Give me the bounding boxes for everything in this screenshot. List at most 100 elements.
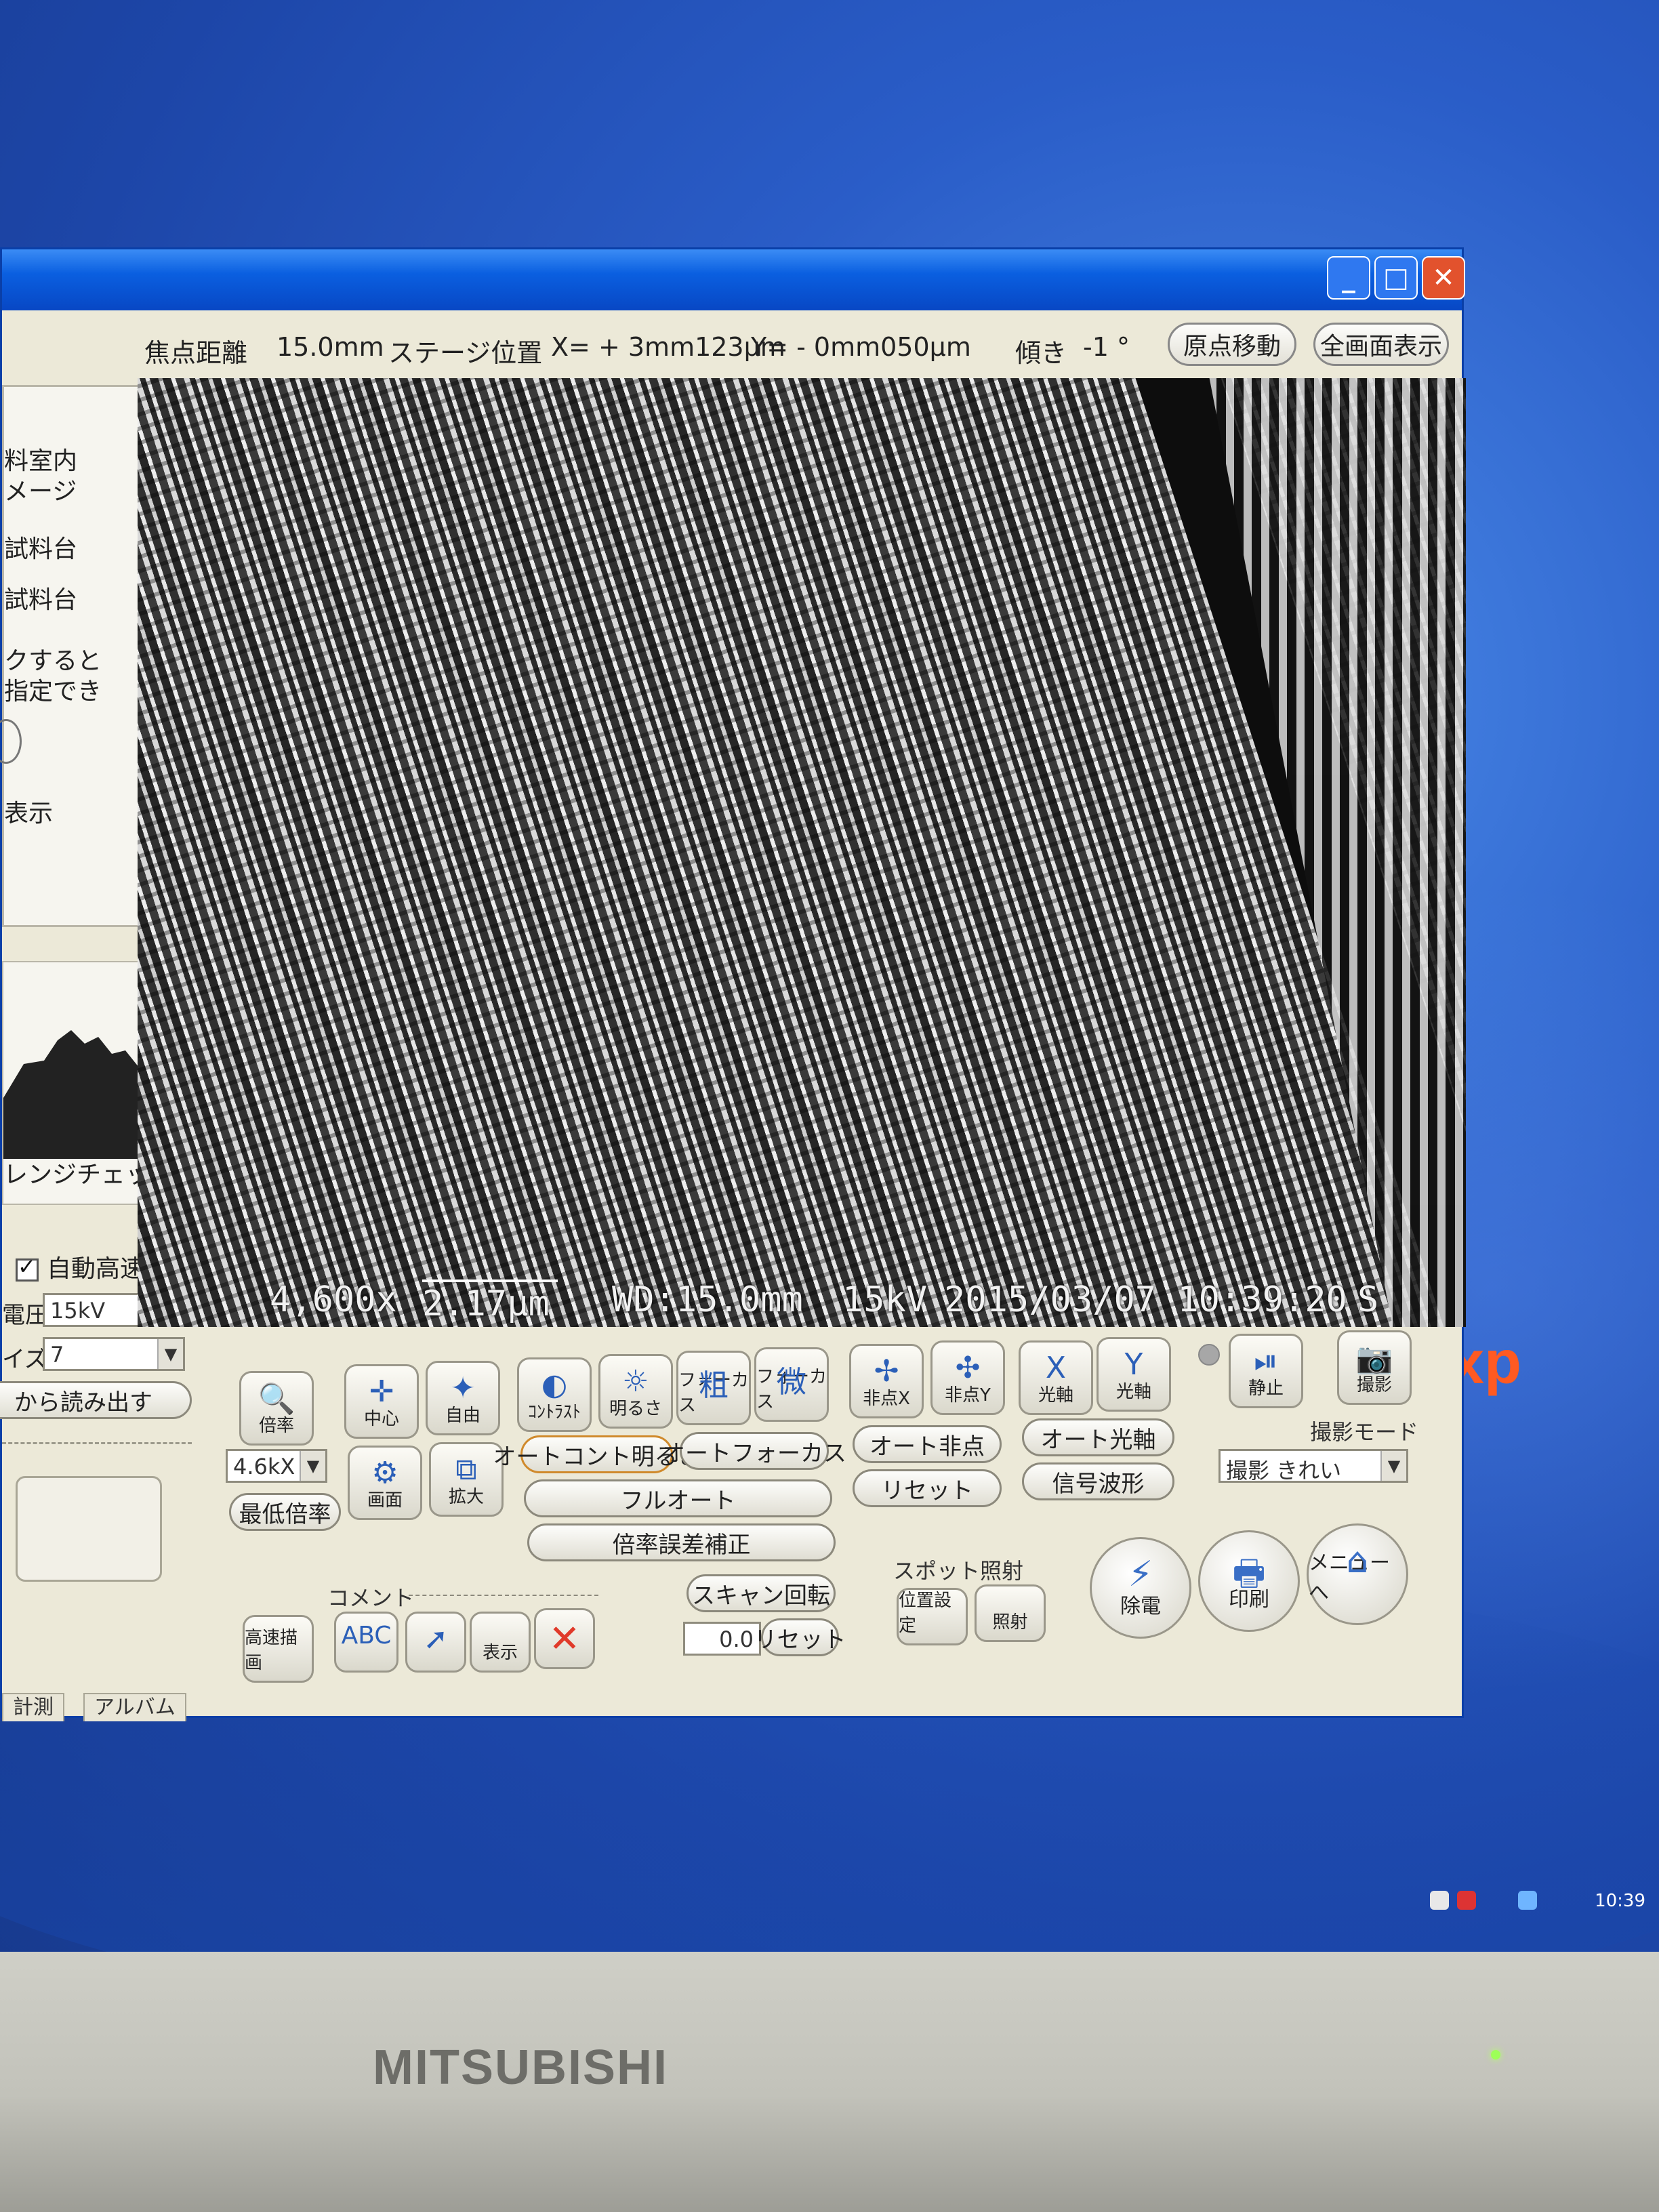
irradiate-label: 照射 — [992, 1612, 1028, 1633]
rotate-value-field[interactable]: 0.0 — [683, 1622, 761, 1656]
monitor-bezel: MITSUBISHI — [0, 1952, 1659, 2212]
size-select[interactable]: 7 ▼ — [43, 1337, 185, 1371]
auto-stigma-button[interactable]: オート非点 — [853, 1425, 1002, 1463]
fullscreen-button[interactable]: 全画面表示 — [1313, 323, 1449, 366]
brightness-icon: ☼ — [622, 1364, 649, 1399]
system-tray: 10:39 — [1416, 1884, 1659, 1918]
menu-button[interactable]: ⌂ メニューへ — [1307, 1523, 1408, 1625]
stage-position-label: ステージ位置 — [388, 338, 543, 368]
print-button[interactable]: 🖶 印刷 — [1198, 1530, 1300, 1632]
crosshair-icon: ✛ — [369, 1374, 394, 1409]
fine-focus-button[interactable]: 微フォーカス — [754, 1347, 829, 1422]
capture-mode-select[interactable]: 撮影 きれい ▼ — [1218, 1449, 1408, 1483]
capture-mode-value: 撮影 きれい — [1226, 1458, 1342, 1483]
fast-scan-button[interactable]: 高速描画 — [243, 1615, 314, 1683]
enlarge-icon: ⧉ — [455, 1452, 477, 1487]
signal-waveform-button[interactable]: 信号波形 — [1022, 1462, 1174, 1500]
left-line-6: 表示 — [4, 800, 54, 827]
divider — [2, 1442, 192, 1444]
tilt-value: -1 ° — [1083, 332, 1130, 362]
comment-text-button[interactable]: ABC — [334, 1612, 398, 1673]
brightness-button[interactable]: ☼ 明るさ — [598, 1354, 673, 1429]
reset-button[interactable]: リセット — [853, 1469, 1002, 1507]
irradiate-button[interactable]: 照射 — [975, 1584, 1046, 1642]
contrast-button[interactable]: ◐ ｺﾝﾄﾗｽﾄ — [517, 1357, 592, 1432]
optical-axis-y-button[interactable]: Y 光軸 — [1097, 1337, 1171, 1412]
auto-focus-button[interactable]: オートフォーカス — [662, 1432, 846, 1470]
camera-icon: 📷 — [1355, 1341, 1393, 1376]
scale-bar — [422, 1279, 558, 1282]
radio-toggle[interactable] — [0, 719, 22, 764]
scale-readout: 2.17μm — [422, 1284, 550, 1324]
capture-button[interactable]: 📷 撮影 — [1337, 1330, 1412, 1405]
origin-move-button[interactable]: 原点移動 — [1168, 323, 1296, 366]
position-set-button[interactable]: 位置設定 — [897, 1588, 968, 1645]
auto-optical-axis-button[interactable]: オート光軸 — [1022, 1418, 1174, 1456]
monitor-brand-logo: MITSUBISHI — [373, 2041, 669, 2095]
home-icon: ⌂ — [1346, 1540, 1369, 1581]
screen-button[interactable]: ⚙ 画面 — [348, 1446, 422, 1520]
sem-image-info-overlay: 4,600x 2.17μm WD:15.0mm 15kV 2015/03/07 … — [138, 1279, 1466, 1327]
free-move-button[interactable]: ✦ 自由 — [426, 1361, 500, 1435]
power-led — [1491, 2050, 1500, 2060]
left-line-1: メージ — [4, 478, 77, 506]
status-info-bar: 焦点距離 15.0mm ステージ位置 X= + 3mm123μm Y= - 0m… — [2, 317, 1462, 378]
discharge-icon: ⚡ — [1128, 1554, 1153, 1595]
contrast-icon: ◐ — [541, 1368, 568, 1402]
scan-mode-readout: S — [1357, 1279, 1379, 1320]
minimize-button[interactable]: _ — [1327, 256, 1370, 300]
stage-y-value: Y= - 0mm050μm — [751, 332, 971, 362]
comment-arrow-button[interactable]: ➚ — [405, 1612, 466, 1673]
scan-rotate-button[interactable]: スキャン回転 — [687, 1574, 836, 1612]
stigma-y-button[interactable]: ✣ 非点Y — [930, 1340, 1005, 1415]
comment-divider — [409, 1595, 598, 1596]
left-line-2: 試料台 — [4, 535, 78, 563]
focal-distance-label: 焦点距離 — [144, 338, 248, 368]
rotate-reset-button[interactable]: リセット — [754, 1618, 846, 1656]
voltage-value: 15kV — [50, 1298, 106, 1324]
min-magnification-button[interactable]: 最低倍率 — [229, 1493, 341, 1531]
maximize-button[interactable]: □ — [1374, 256, 1418, 300]
network-icon[interactable] — [1430, 1891, 1449, 1910]
voltage-row: 電圧 — [2, 1296, 48, 1330]
optical-axis-x-button[interactable]: X 光軸 — [1019, 1340, 1093, 1415]
stage-x-value: X= + 3mm123μm — [551, 332, 785, 362]
magnification-readout: 4,600x — [270, 1279, 397, 1320]
fine-focus-icon: 微 — [777, 1365, 806, 1399]
spot-label: スポット照射 — [893, 1558, 1024, 1584]
load-from-button[interactable]: から読み出す — [0, 1381, 192, 1419]
tilt-label: 傾き — [1015, 338, 1067, 368]
coarse-focus-icon: 粗 — [699, 1368, 729, 1403]
tab-album[interactable]: アルバム — [83, 1693, 186, 1721]
size-value: 7 — [50, 1342, 64, 1368]
comment-show-button[interactable]: 表示 — [470, 1612, 531, 1673]
left-line-5: 指定でき — [4, 678, 102, 705]
full-auto-button[interactable]: フルオート — [524, 1479, 832, 1517]
freeze-button[interactable]: ⏯ 静止 — [1229, 1334, 1303, 1408]
title-bar[interactable]: _ □ ✕ — [2, 249, 1465, 310]
security-icon[interactable] — [1457, 1891, 1476, 1910]
volume-icon[interactable] — [1518, 1891, 1537, 1910]
comment-label: コメント — [327, 1585, 415, 1611]
tab-measure[interactable]: 計測 — [2, 1693, 64, 1721]
stigma-x-button[interactable]: ✢ 非点X — [849, 1344, 924, 1418]
sem-image-view[interactable] — [138, 378, 1466, 1327]
focal-distance-value: 15.0mm — [276, 332, 384, 362]
clock[interactable]: 10:39 — [1595, 1891, 1645, 1911]
capture-mode-label: 撮影モード — [1310, 1419, 1419, 1445]
voltage-label: 電圧 — [2, 1302, 48, 1329]
gear-icon: ⚙ — [371, 1456, 398, 1490]
auto-contrast-brightness-button[interactable]: オートコント明るさ — [493, 1435, 701, 1473]
close-button[interactable]: ✕ — [1422, 256, 1465, 300]
coarse-focus-button[interactable]: 粗フォーカス — [676, 1351, 751, 1425]
center-button[interactable]: ✛ 中心 — [344, 1364, 419, 1439]
preview-thumbnail[interactable] — [16, 1476, 162, 1582]
magnification-select[interactable]: 4.6kX ▼ — [226, 1449, 327, 1483]
status-led — [1198, 1344, 1220, 1366]
comment-delete-button[interactable]: ✕ — [534, 1608, 595, 1669]
discharge-button[interactable]: ⚡ 除電 — [1090, 1537, 1191, 1639]
mag-error-correct-button[interactable]: 倍率誤差補正 — [527, 1523, 836, 1561]
enlarge-button[interactable]: ⧉ 拡大 — [429, 1442, 504, 1517]
rotate-value: 0.0 — [719, 1626, 754, 1652]
magnify-button[interactable]: 🔍 倍率 — [239, 1371, 314, 1446]
